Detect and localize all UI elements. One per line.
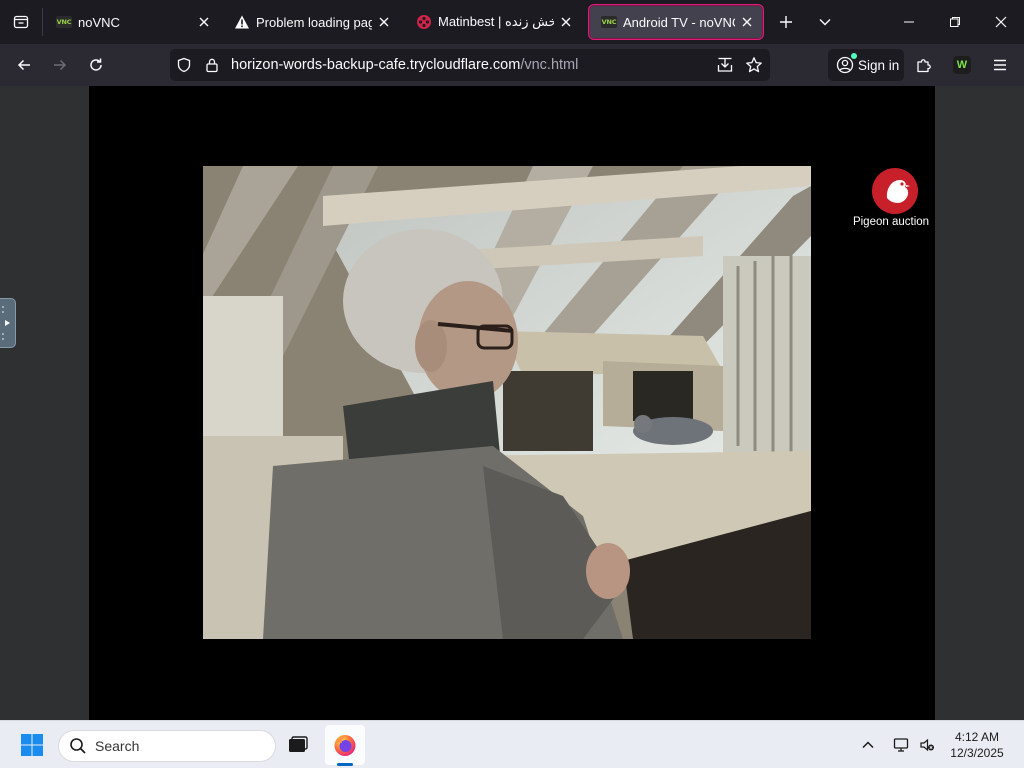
clock-time: 4:12 AM [954,730,1000,744]
novnc-control-bar-handle[interactable] [0,298,16,348]
windows-taskbar: Search 4:12 AM 12/3/2025 [0,720,1024,768]
network-icon [893,738,909,752]
close-icon [379,17,389,27]
video-still-image [203,166,811,639]
chevron-up-icon [862,741,874,749]
address-bar[interactable]: horizon-words-backup-cafe.trycloudflare.… [170,49,770,81]
url-host: horizon-words-backup-cafe.trycloudflare.… [231,57,521,73]
close-icon [742,17,752,27]
close-icon [995,16,1007,28]
arrow-right-icon [54,59,67,71]
running-indicator [337,763,353,766]
warning-icon [234,14,250,30]
firefox-taskbar-button[interactable] [325,725,365,765]
film-reel-icon [416,14,432,30]
close-icon [561,17,571,27]
close-tab-button[interactable] [554,10,578,34]
start-button[interactable] [12,725,52,765]
sign-in-button[interactable]: Sign in [828,49,904,81]
system-clock[interactable]: 4:12 AM 12/3/2025 [944,729,1010,761]
puzzle-icon [917,59,931,73]
close-window-button[interactable] [978,0,1024,44]
handle-grip-icon [2,306,10,340]
page-content: Pigeon auction [0,86,1024,720]
app-menu-button[interactable] [984,49,1016,81]
minimize-icon [904,21,914,23]
arrow-left-icon [17,59,30,71]
firefox-icon [334,735,356,756]
account-icon [836,53,857,74]
task-view-button[interactable] [278,725,318,765]
extensions-button[interactable] [908,49,940,81]
tab-strip: VNC noVNC Problem loading page Matinbest… [0,0,1024,44]
hamburger-menu-icon [994,59,1006,71]
taskbar-search-box[interactable]: Search [58,730,276,762]
bookmark-star-icon[interactable] [745,56,763,79]
new-tab-button[interactable] [770,6,802,38]
back-button[interactable] [8,49,40,81]
firefox-view-button[interactable] [0,0,42,44]
video-frame[interactable] [203,166,811,639]
navigation-toolbar: horizon-words-backup-cafe.trycloudflare.… [0,44,1024,86]
firefox-view-icon [13,15,29,29]
lock-icon[interactable] [205,57,219,78]
close-tab-button[interactable] [372,10,396,34]
url-text[interactable]: horizon-words-backup-cafe.trycloudflare.… [231,49,578,81]
vnc-remote-screen[interactable]: Pigeon auction [89,86,935,720]
windows-logo-icon [21,734,43,756]
clock-date: 12/3/2025 [950,746,1004,760]
vnc-icon: VNC [56,16,72,28]
screen: VNC noVNC Problem loading page Matinbest… [0,0,1024,768]
tab-matinbest[interactable]: Matinbest | پخش زنده [404,4,582,40]
forward-button[interactable] [44,49,76,81]
tab-title: Matinbest | پخش زنده [438,14,554,29]
close-icon [199,17,209,27]
plus-icon [780,16,792,28]
tab-divider [42,8,43,36]
save-to-pocket-download-icon[interactable] [716,56,734,79]
vnc-icon: VNC [601,16,617,28]
task-view-icon [289,736,308,752]
search-icon [69,737,87,755]
tab-novnc[interactable]: VNC noVNC [44,4,220,40]
volume-muted-icon [920,738,934,752]
chevron-down-icon [819,19,831,26]
network-volume-tray[interactable] [886,725,942,765]
reload-button[interactable] [80,49,112,81]
tab-problem-loading[interactable]: Problem loading page [222,4,400,40]
restore-icon [950,17,960,27]
pigeon-logo-icon [872,168,918,214]
close-tab-button[interactable] [735,10,759,34]
list-all-tabs-button[interactable] [809,6,841,38]
close-tab-button[interactable] [192,10,216,34]
logo-caption: Pigeon auction [852,216,930,228]
w-extension-icon: W [953,56,971,74]
minimize-button[interactable] [886,0,932,44]
pigeon-auction-logo: Pigeon auction [849,168,933,238]
tab-title: Android TV - noVNC [623,14,735,30]
url-path: /vnc.html [520,57,579,73]
tab-android-tv-novnc[interactable]: VNC Android TV - noVNC [588,4,764,40]
sign-in-label: Sign in [858,57,900,73]
extension-w-button[interactable]: W [946,49,978,81]
show-hidden-icons-button[interactable] [850,725,886,765]
reload-icon [90,58,102,71]
tab-title: Problem loading page [256,14,372,30]
tab-title: noVNC [78,14,120,30]
search-placeholder: Search [95,738,140,754]
tracking-protection-shield-icon[interactable] [176,57,192,78]
restore-button[interactable] [932,0,978,44]
